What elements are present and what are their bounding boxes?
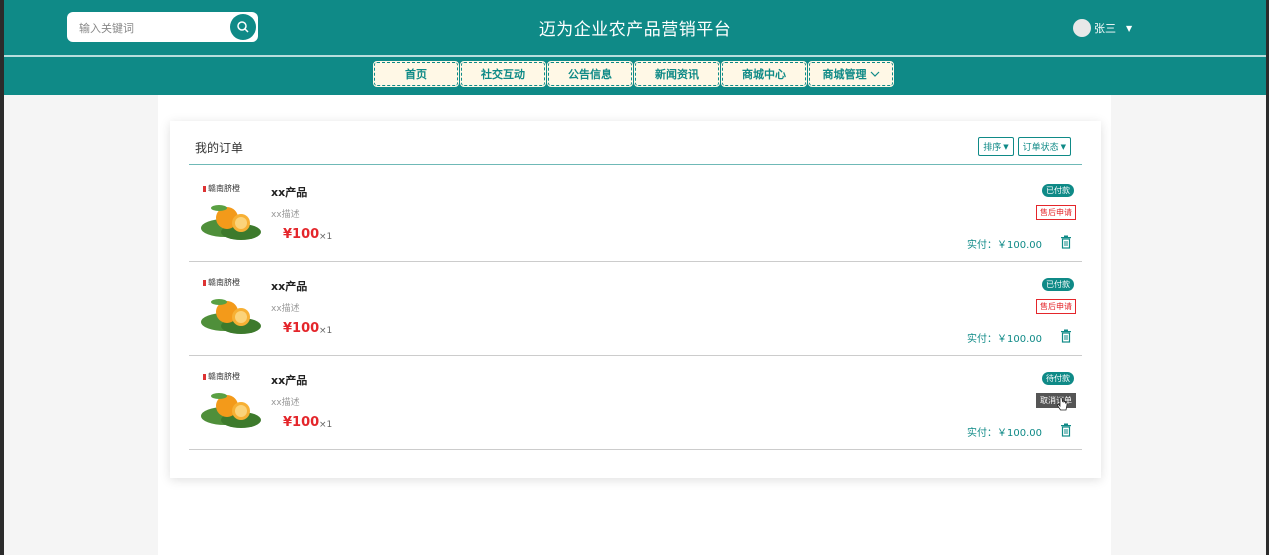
order-item: 赣南脐橙 xx产品 xx描述 ¥100 ×1 待付款 取消订单 实付：￥100.…: [189, 355, 1082, 450]
sort-button[interactable]: 排序 ▼: [978, 137, 1014, 156]
nav-item-mall[interactable]: 商城中心: [721, 61, 807, 87]
product-price: ¥100: [283, 415, 320, 430]
trash-icon[interactable]: [1060, 235, 1072, 249]
trash-icon[interactable]: [1060, 329, 1072, 343]
orders-card: 我的订单 排序 ▼ 订单状态 ▼ 赣南脐橙 xx产品 xx描述 ¥100 ×1 …: [170, 121, 1101, 478]
product-name: xx产品: [271, 374, 308, 387]
caret-down-icon: ▼: [1060, 142, 1066, 151]
sort-label: 排序: [983, 143, 1002, 153]
nav-item-home[interactable]: 首页: [373, 61, 459, 87]
trash-icon[interactable]: [1060, 423, 1072, 437]
order-item: 赣南脐橙 xx产品 xx描述 ¥100 ×1 已付款 售后申请 实付：￥100.…: [189, 167, 1082, 262]
product-image: 赣南脐橙: [199, 182, 267, 246]
after-sale-button[interactable]: 售后申请: [1036, 299, 1076, 314]
svg-text:赣南脐橙: 赣南脐橙: [208, 371, 240, 381]
order-item: 赣南脐橙 xx产品 xx描述 ¥100 ×1 已付款 售后申请 实付：￥100.…: [189, 261, 1082, 356]
nav-item-notice[interactable]: 公告信息: [547, 61, 633, 87]
product-desc: xx描述: [271, 398, 300, 408]
hand-cursor-icon: [1056, 397, 1068, 411]
product-desc: xx描述: [271, 304, 300, 314]
chevron-down-icon: [870, 71, 879, 77]
paid-amount: 实付：￥100.00: [967, 428, 1042, 439]
product-image: 赣南脐橙: [199, 276, 267, 340]
nav-item-social[interactable]: 社交互动: [460, 61, 546, 87]
status-badge: 已付款: [1042, 278, 1074, 291]
orders-title: 我的订单: [195, 141, 244, 155]
product-price: ¥100: [283, 321, 320, 336]
top-bar: 迈为企业农产品营销平台 张三 ▼: [4, 0, 1266, 55]
orders-toolbar: 排序 ▼ 订单状态 ▼: [978, 137, 1071, 156]
paid-amount: 实付：￥100.00: [967, 240, 1042, 251]
avatar: [1073, 19, 1091, 37]
paid-amount: 实付：￥100.00: [967, 334, 1042, 345]
svg-text:赣南脐橙: 赣南脐橙: [208, 183, 240, 193]
nav-item-mall-admin-label: 商城管理: [822, 68, 867, 81]
order-status-filter[interactable]: 订单状态 ▼: [1017, 137, 1071, 156]
product-name: xx产品: [271, 280, 308, 293]
order-status-label: 订单状态: [1022, 143, 1059, 153]
username: 张三: [1094, 22, 1116, 35]
svg-text:赣南脐橙: 赣南脐橙: [208, 277, 240, 287]
product-qty: ×1: [319, 232, 333, 242]
main-nav: 首页 社交互动 公告信息 新闻资讯 商城中心 商城管理: [373, 61, 894, 87]
product-price: ¥100: [283, 227, 320, 242]
caret-down-icon: ▼: [1003, 142, 1009, 151]
status-badge: 待付款: [1042, 372, 1074, 385]
nav-item-mall-admin[interactable]: 商城管理: [808, 61, 894, 87]
divider: [189, 164, 1082, 165]
product-qty: ×1: [319, 420, 333, 430]
nav-item-news[interactable]: 新闻资讯: [634, 61, 720, 87]
status-badge: 已付款: [1042, 184, 1074, 197]
product-image: 赣南脐橙: [199, 370, 267, 434]
after-sale-button[interactable]: 售后申请: [1036, 205, 1076, 220]
product-name: xx产品: [271, 186, 308, 199]
user-menu[interactable]: 张三 ▼: [1073, 18, 1132, 38]
product-qty: ×1: [319, 326, 333, 336]
nav-bar: 首页 社交互动 公告信息 新闻资讯 商城中心 商城管理: [4, 55, 1266, 95]
caret-down-icon: ▼: [1126, 23, 1133, 33]
product-desc: xx描述: [271, 210, 300, 220]
